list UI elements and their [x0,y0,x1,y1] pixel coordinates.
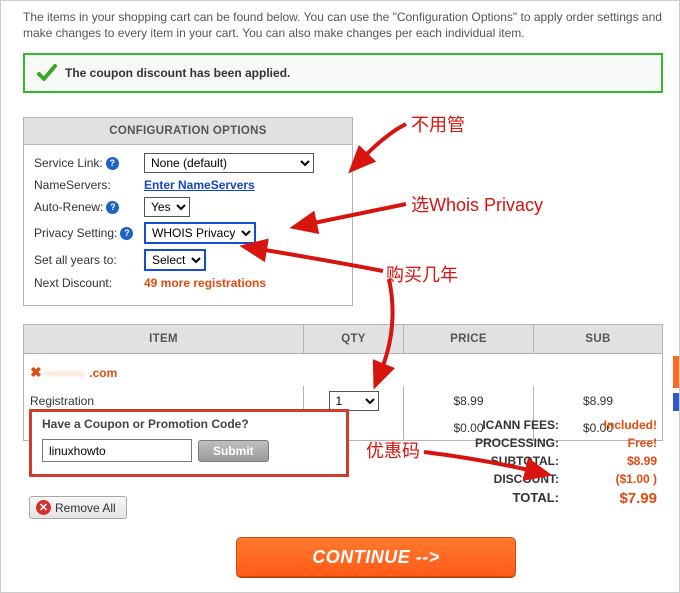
auto-renew-select[interactable]: Yes [144,197,190,217]
decorative-strip [673,356,679,388]
remove-all-button[interactable]: ✕ Remove All [29,496,127,519]
intro-text: The items in your shopping cart can be f… [23,9,663,41]
col-sub: SUB [534,325,663,354]
check-icon [37,63,57,83]
remove-icon: ✕ [36,500,51,515]
decorative-strip [673,393,679,411]
coupon-box: Have a Coupon or Promotion Code? Submit [29,409,349,477]
coupon-applied-banner: The coupon discount has been applied. [23,53,663,93]
privacy-select[interactable]: WHOIS Privacy [144,222,256,244]
help-icon[interactable]: ? [106,201,119,214]
help-icon[interactable]: ? [106,157,119,170]
annotation-arrow [251,231,391,281]
col-price: PRICE [404,325,534,354]
col-item: ITEM [24,325,304,354]
service-link-label: Service Link: ? [34,156,144,170]
next-discount-label: Next Discount: [34,276,144,290]
annotation-text: 选Whois Privacy [411,191,543,217]
config-heading: CONFIGURATION OPTIONS [24,118,352,145]
annotation-arrow [421,449,541,479]
privacy-label: Privacy Setting: ? [34,226,144,240]
next-discount-link[interactable]: 49 more registrations [144,276,266,290]
enter-nameservers-link[interactable]: Enter NameServers [144,178,255,192]
nameservers-label: NameServers: [34,178,144,192]
auto-renew-label: Auto-Renew: ? [34,200,144,214]
service-link-select[interactable]: None (default) [144,153,314,173]
years-select[interactable]: Select [144,249,206,271]
coupon-input[interactable] [42,439,192,462]
help-icon[interactable]: ? [120,227,133,240]
annotation-arrow [371,276,411,376]
years-label: Set all years to: [34,253,144,267]
banner-text: The coupon discount has been applied. [65,66,290,80]
annotation-text: 不用管 [411,111,465,137]
annotation-arrow [356,119,416,169]
domain-name[interactable]: ✖ ———.com [30,364,656,381]
coupon-submit-button[interactable]: Submit [198,440,269,462]
continue-button[interactable]: CONTINUE --> [236,537,516,577]
coupon-title: Have a Coupon or Promotion Code? [42,417,336,431]
remove-domain-icon[interactable]: ✖ [30,364,42,381]
